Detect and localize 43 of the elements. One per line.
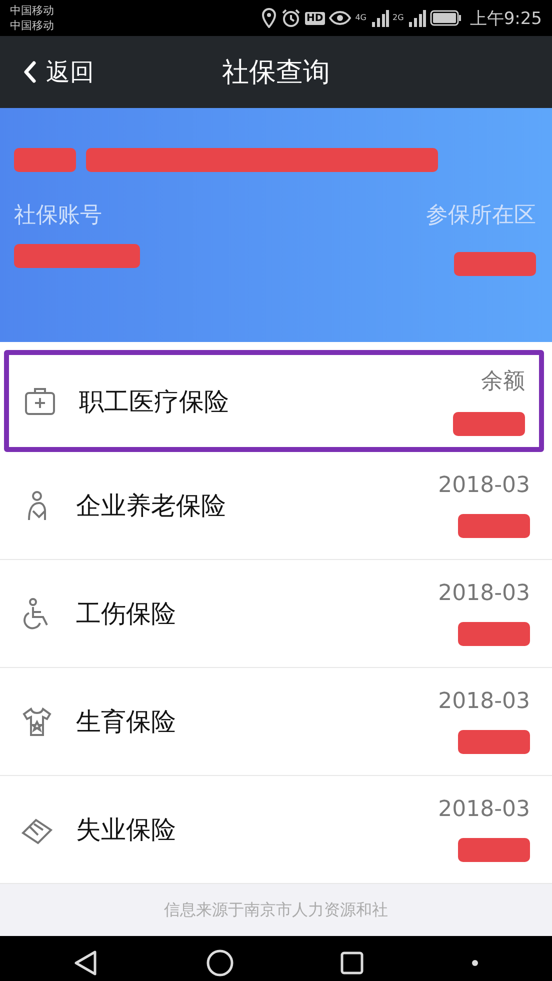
back-nav-icon[interactable] (73, 949, 100, 977)
insurance-row[interactable]: 生育保险 2018-03 (0, 668, 552, 776)
insurance-date: 2018-03 (438, 473, 530, 498)
insurance-row[interactable]: 企业养老保险 2018-03 (0, 452, 552, 560)
highlight-frame[interactable]: 职工医疗保险 余额 (4, 350, 544, 452)
network-type: 2G (392, 12, 404, 22)
insurance-name: 工伤保险 (76, 598, 177, 630)
redaction-bar (458, 514, 530, 538)
insurance-name: 职工医疗保险 (79, 386, 230, 418)
signal-icon (370, 9, 389, 27)
dot-icon (470, 959, 479, 967)
redaction-bar (14, 148, 76, 172)
insurance-row[interactable]: 工伤保险 2018-03 (0, 560, 552, 668)
page-title: 社保查询 (222, 56, 330, 90)
home-nav-icon[interactable] (206, 949, 234, 977)
signal-icon (408, 9, 426, 27)
district-label: 参保所在区 (426, 202, 536, 230)
hd-icon: HD (304, 12, 326, 24)
insurance-name: 生育保险 (76, 706, 177, 738)
insurance-date: 2018-03 (438, 581, 530, 606)
carrier-name: 中国移动 (10, 3, 54, 18)
redaction-bar (458, 622, 530, 646)
redaction-bar (458, 730, 530, 754)
redaction-bar (453, 412, 525, 436)
insurance-date: 余额 (481, 368, 525, 396)
recents-nav-icon[interactable] (340, 951, 364, 975)
baby-onesie-icon (20, 704, 54, 738)
alarm-icon (280, 8, 301, 28)
insurance-name: 失业保险 (76, 814, 177, 846)
back-icon (22, 60, 38, 84)
carrier-name: 中国移动 (10, 18, 54, 33)
network-type: 4G (355, 12, 367, 22)
account-label: 社保账号 (14, 202, 102, 230)
insurance-date: 2018-03 (438, 797, 530, 822)
insurance-date: 2018-03 (438, 689, 530, 714)
insurance-name: 企业养老保险 (76, 490, 227, 522)
battery-icon (430, 10, 462, 26)
location-icon (260, 8, 277, 28)
back-button[interactable]: 返回 (0, 56, 94, 88)
redaction-bar (458, 838, 530, 862)
eye-icon (329, 10, 352, 26)
status-time: 上午9:25 (470, 8, 542, 30)
source-note: 信息来源于南京市人力资源和社 (164, 900, 388, 920)
